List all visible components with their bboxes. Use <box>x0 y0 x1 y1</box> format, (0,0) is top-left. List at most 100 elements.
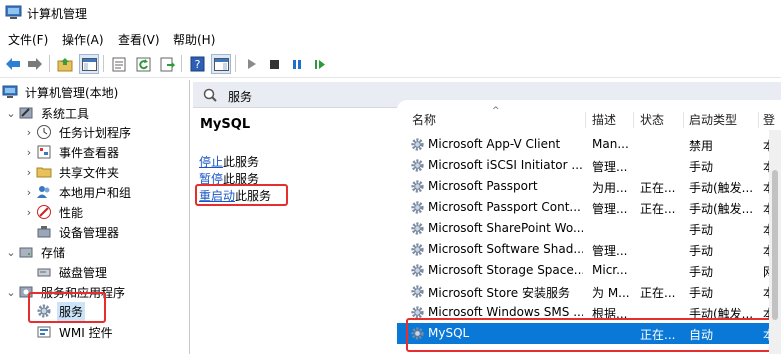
chevron-right-icon[interactable]: › <box>22 126 36 139</box>
menu-action[interactable]: 操作(A) <box>62 31 104 48</box>
column-name-header[interactable]: 名称 <box>412 111 436 128</box>
pause-service-icon[interactable] <box>287 54 307 74</box>
tree-performance[interactable]: › 性能 <box>22 202 85 222</box>
chevron-right-icon[interactable]: › <box>22 146 36 159</box>
table-row[interactable]: Microsoft iSCSI Initiator ...管理...手动本 <box>397 155 781 176</box>
service-description-panel: MySQL 停止此服务 暂停此服务 重启动此服务 <box>193 108 397 354</box>
help-icon[interactable]: ? <box>187 54 207 74</box>
resume-service-icon[interactable] <box>310 54 330 74</box>
column-separator[interactable] <box>758 112 759 128</box>
tree-event-viewer[interactable]: › 事件查看器 <box>22 142 121 162</box>
title-bar: 计算机管理 <box>0 0 781 26</box>
tree-shared-folders[interactable]: › 共享文件夹 <box>22 162 121 182</box>
service-list: ^ 名称 描述 状态 启动类型 登 Microsoft App-V Client… <box>397 100 781 354</box>
menu-file[interactable]: 文件(F) <box>8 31 48 48</box>
up-folder-icon[interactable] <box>55 54 75 74</box>
menu-view[interactable]: 查看(V) <box>118 31 160 48</box>
table-row[interactable]: Microsoft Store 安装服务为 M...正在...手动本 <box>397 281 781 302</box>
tree-services-apps[interactable]: ⌄ 服务和应用程序 <box>4 282 127 302</box>
service-name-cell: Microsoft Passport <box>428 179 538 193</box>
service-status-cell: 正在... <box>640 328 676 342</box>
clock-icon <box>36 124 52 140</box>
table-row[interactable]: Microsoft Passport为用...正在...手动(触发...本 <box>397 176 781 197</box>
tree-device-manager[interactable]: 设备管理器 <box>36 222 121 242</box>
chevron-down-icon[interactable]: ⌄ <box>4 107 18 120</box>
service-description-cell: 为用... <box>592 181 628 195</box>
chevron-down-icon[interactable]: ⌄ <box>4 286 18 299</box>
service-description-cell: 管理... <box>592 244 628 258</box>
sort-ascending-icon: ^ <box>492 106 500 116</box>
table-row[interactable]: Microsoft SharePoint Wo...手动本 <box>397 218 781 239</box>
vertical-scrollbar[interactable] <box>769 130 781 354</box>
gear-icon <box>36 303 52 319</box>
tree-storage[interactable]: ⌄ 存储 <box>4 242 67 262</box>
tree-local-users[interactable]: › 本地用户和组 <box>22 182 133 202</box>
search-icon <box>203 88 217 102</box>
properties-icon[interactable] <box>109 54 129 74</box>
toolbar-separator <box>235 55 236 72</box>
menu-bar: 文件(F) 操作(A) 查看(V) 帮助(H) <box>0 28 781 50</box>
gear-icon <box>410 284 425 299</box>
export-icon[interactable] <box>157 54 177 74</box>
tree-root[interactable]: 计算机管理(本地) <box>2 82 120 102</box>
stop-service-action: 停止此服务 <box>199 155 260 169</box>
service-description-cell: Micr... <box>592 263 628 277</box>
tree-wmi-control[interactable]: WMI 控件 <box>36 322 115 342</box>
service-name-cell: MySQL <box>428 326 470 340</box>
services-title: 服务 <box>228 90 253 104</box>
scrollbar-thumb[interactable] <box>772 170 778 320</box>
selected-service-name: MySQL <box>200 117 251 132</box>
column-separator[interactable] <box>683 112 684 128</box>
chevron-right-icon[interactable]: › <box>22 206 36 219</box>
service-description-cell: Man... <box>592 137 629 151</box>
start-service-icon[interactable] <box>242 54 262 74</box>
show-hide-pane-icon[interactable] <box>211 54 231 74</box>
stop-service-icon[interactable] <box>264 54 284 74</box>
disk-icon <box>36 264 52 280</box>
table-row[interactable]: Microsoft Passport Cont... 管理... 正在... 手动(触… <box>397 197 781 218</box>
column-separator[interactable] <box>633 112 634 128</box>
chevron-down-icon[interactable]: ⌄ <box>4 246 18 259</box>
back-arrow-icon[interactable] <box>3 54 23 74</box>
service-name-cell: Microsoft SharePoint Wo... <box>428 221 583 235</box>
service-description-cell: 管理... <box>592 160 628 174</box>
gear-icon <box>410 158 425 173</box>
column-separator[interactable] <box>585 112 586 128</box>
menu-help[interactable]: 帮助(H) <box>173 31 215 48</box>
refresh-icon[interactable] <box>133 54 153 74</box>
forward-arrow-icon[interactable] <box>25 54 45 74</box>
column-description-header[interactable]: 描述 <box>592 111 616 128</box>
service-status-cell: 正在... <box>640 181 676 195</box>
stop-link[interactable]: 停止 <box>199 155 223 169</box>
service-startup-cell: 手动 <box>689 244 714 258</box>
gear-icon <box>410 137 425 152</box>
console-tree-icon[interactable] <box>79 54 99 74</box>
chevron-right-icon[interactable]: › <box>22 186 36 199</box>
performance-icon <box>36 204 52 220</box>
gear-icon <box>410 326 425 341</box>
tree-system-tools[interactable]: ⌄ 系统工具 <box>4 103 91 123</box>
table-row[interactable]: Microsoft Software Shad...管理...手动本 <box>397 239 781 260</box>
table-row[interactable]: Microsoft Windows SMS ...根据...手动(触发...本 <box>397 302 781 323</box>
toolbar-separator <box>181 55 182 72</box>
gear-icon <box>410 200 425 215</box>
chevron-right-icon[interactable]: › <box>22 166 36 179</box>
service-name-cell: Microsoft App-V Client <box>428 137 561 151</box>
tree-task-scheduler[interactable]: › 任务计划程序 <box>22 122 133 142</box>
column-startup-header[interactable]: 启动类型 <box>689 111 737 128</box>
table-row[interactable]: Microsoft Storage Space...Micr...手动网 <box>397 260 781 281</box>
restart-link[interactable]: 重启动 <box>199 189 235 203</box>
table-row[interactable]: Microsoft App-V ClientMan...禁用本 <box>397 134 781 155</box>
service-name-cell: Microsoft Windows SMS ... <box>428 305 583 319</box>
table-row[interactable]: MySQL正在...自动本 <box>397 323 781 344</box>
pause-link[interactable]: 暂停 <box>199 172 223 186</box>
service-startup-cell: 手动(触发... <box>689 181 754 195</box>
gear-icon <box>410 305 425 320</box>
column-logon-header[interactable]: 登 <box>763 111 775 128</box>
gear-icon <box>410 179 425 194</box>
storage-icon <box>18 244 34 260</box>
gear-icon <box>410 221 425 236</box>
tree-disk-management[interactable]: 磁盘管理 <box>36 262 109 282</box>
column-status-header[interactable]: 状态 <box>640 111 664 128</box>
tree-services[interactable]: 服务 <box>36 301 86 321</box>
